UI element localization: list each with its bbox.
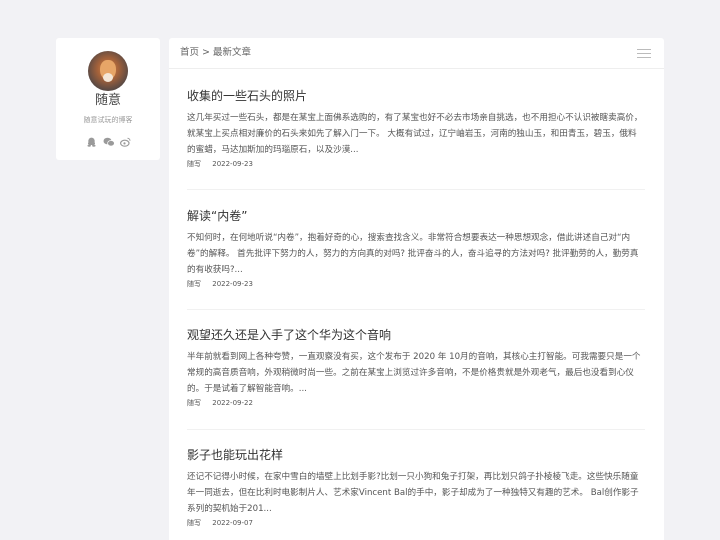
article-item: 收集的一些石头的照片 这几年买过一些石头，都是在某宝上面佛系选购的，有了某宝也好… [187, 88, 645, 169]
profile-name[interactable]: 随意 [56, 93, 160, 109]
breadcrumb: 首页 > 最新文章 [180, 47, 251, 59]
article-meta: 随写 2022-09-22 [187, 398, 645, 408]
article-date: 2022-09-23 [212, 280, 253, 288]
article-title[interactable]: 影子也能玩出花样 [187, 447, 645, 463]
social-links [56, 132, 160, 147]
divider [187, 429, 645, 430]
avatar[interactable] [88, 51, 128, 91]
wechat-icon[interactable] [103, 132, 115, 147]
breadcrumb-current: 最新文章 [213, 47, 252, 58]
article-title[interactable]: 观望还久还是入手了这个华为这个音响 [187, 327, 645, 343]
article-excerpt: 不知何时，在何地听说“内卷”，抱着好奇的心，搜索查找含义。非常符合想要表达一种思… [187, 233, 639, 275]
article-item: 影子也能玩出花样 还记不记得小时候，在家中雪白的墙壁上比划手影?比划一只小狗和兔… [187, 447, 645, 528]
article-date: 2022-09-23 [212, 160, 253, 168]
article-excerpt: 这几年买过一些石头，都是在某宝上面佛系选购的，有了某宝也好不必去市场亲自挑选，也… [187, 113, 643, 155]
article-title[interactable]: 收集的一些石头的照片 [187, 88, 645, 104]
article-excerpt: 还记不记得小时候，在家中雪白的墙壁上比划手影?比划一只小狗和兔子打架，再比划只鸽… [187, 472, 639, 514]
profile-bio: 随意试玩的博客 [83, 116, 133, 124]
main-panel: 首页 > 最新文章 收集的一些石头的照片 这几年买过一些石头，都是在某宝上面佛系… [169, 38, 664, 540]
breadcrumb-home[interactable]: 首页 [180, 47, 199, 58]
article-category[interactable]: 随写 [187, 160, 201, 168]
profile-card: 随意 随意试玩的博客 [56, 38, 160, 160]
top-bar: 首页 > 最新文章 [169, 38, 664, 69]
divider [187, 309, 645, 310]
article-item: 观望还久还是入手了这个华为这个音响 半年前就看到网上各种夸赞，一直观察没有买，这… [187, 327, 645, 408]
menu-icon[interactable] [637, 49, 651, 58]
article-category[interactable]: 随写 [187, 280, 201, 288]
article-date: 2022-09-22 [212, 399, 253, 407]
article-excerpt: 半年前就看到网上各种夸赞，一直观察没有买，这个发布于 2020 年 10月的音响… [187, 352, 641, 394]
breadcrumb-separator: > [202, 47, 211, 58]
weibo-icon[interactable] [119, 132, 131, 147]
article-meta: 随写 2022-09-07 [187, 518, 645, 528]
qq-icon[interactable] [86, 132, 97, 147]
article-category[interactable]: 随写 [187, 519, 201, 527]
article-meta: 随写 2022-09-23 [187, 279, 645, 289]
article-item: 解读“内卷” 不知何时，在何地听说“内卷”，抱着好奇的心，搜索查找含义。非常符合… [187, 208, 645, 289]
article-date: 2022-09-07 [212, 519, 253, 527]
article-meta: 随写 2022-09-23 [187, 159, 645, 169]
article-category[interactable]: 随写 [187, 399, 201, 407]
divider [187, 189, 645, 190]
article-title[interactable]: 解读“内卷” [187, 208, 645, 224]
